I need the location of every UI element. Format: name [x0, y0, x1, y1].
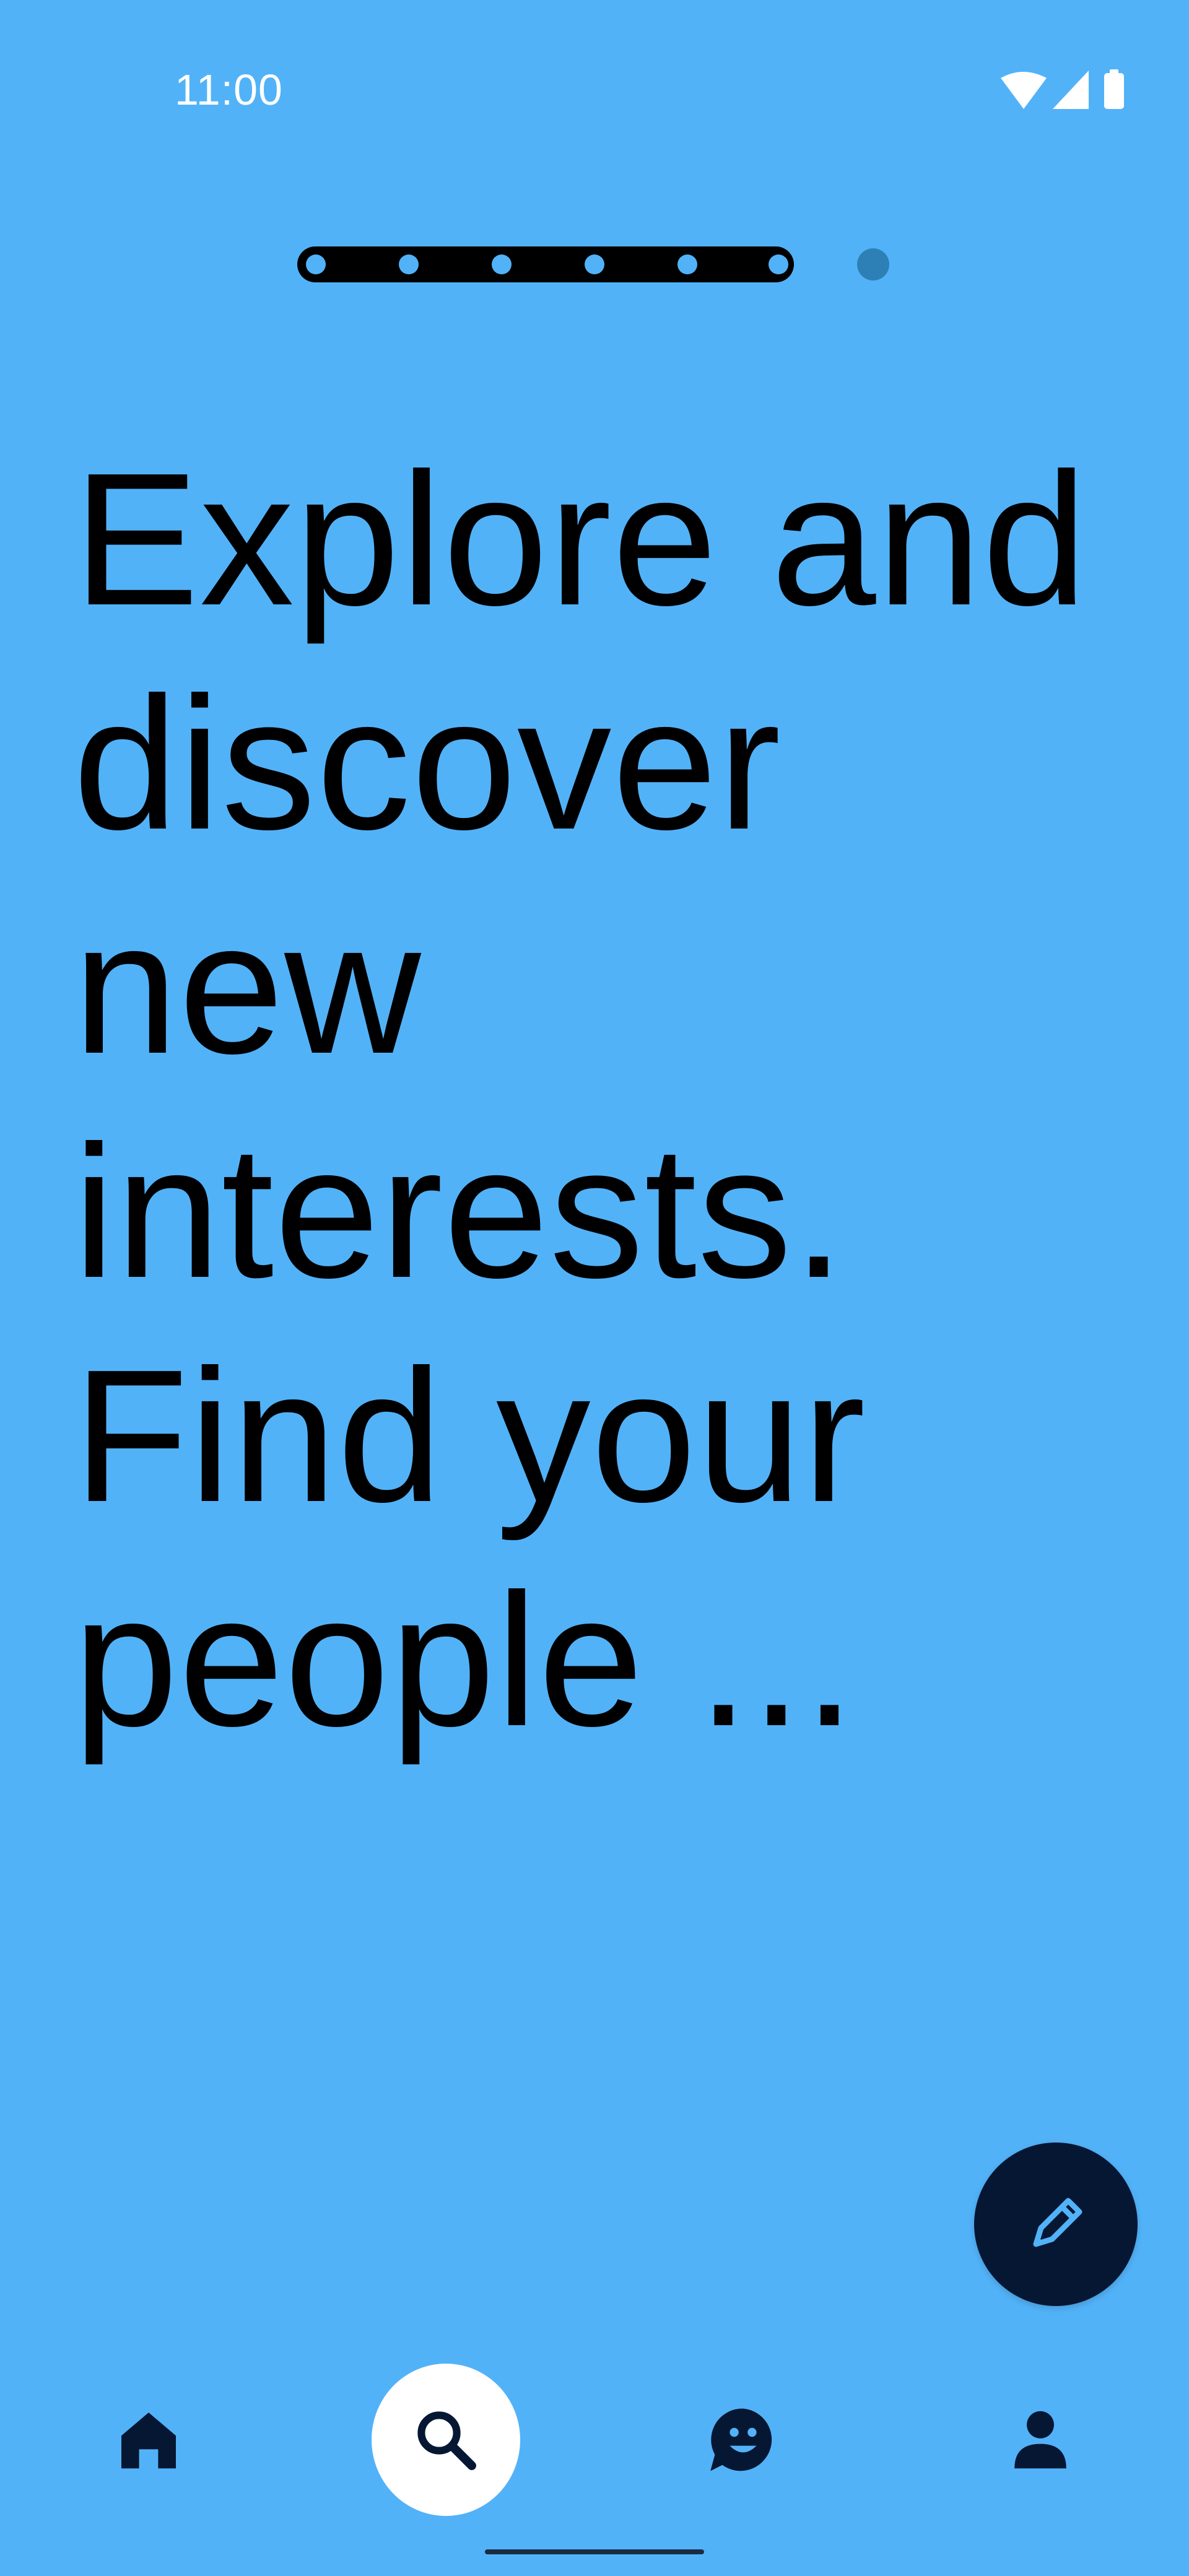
- status-icons: [1001, 69, 1124, 109]
- status-bar: 11:00: [0, 0, 1189, 186]
- headline: Explore and discover new interests. Find…: [73, 433, 1088, 1765]
- nav-item-profile[interactable]: [966, 2365, 1115, 2514]
- person-icon: [1014, 2411, 1066, 2469]
- nav-item-search[interactable]: [372, 2364, 520, 2516]
- nav-item-chat[interactable]: [669, 2365, 817, 2514]
- nav-item-search-bubble[interactable]: [372, 2364, 520, 2516]
- home-icon: [121, 2413, 176, 2469]
- pager-dot-4[interactable]: [585, 255, 604, 274]
- compose-fab-button[interactable]: [974, 2143, 1138, 2306]
- search-icon: [417, 2411, 476, 2470]
- pager-dot-3[interactable]: [492, 255, 512, 274]
- status-time: 11:00: [175, 66, 283, 114]
- pager-dot-1[interactable]: [306, 255, 326, 274]
- cellular-signal-icon: [1053, 71, 1089, 109]
- pager-dot-2[interactable]: [399, 255, 419, 274]
- wifi-icon: [1001, 72, 1047, 109]
- pager-dot-6-current[interactable]: [769, 255, 788, 274]
- pager-track: [297, 246, 794, 282]
- nav-item-home[interactable]: [74, 2365, 223, 2514]
- home-indicator[interactable]: [485, 2549, 704, 2554]
- page-indicator: [297, 246, 889, 282]
- pager-dot-5[interactable]: [677, 255, 697, 274]
- pencil-icon: [1033, 2198, 1082, 2247]
- battery-icon: [1104, 69, 1124, 109]
- bottom-navigation: [0, 2364, 1189, 2516]
- pager-dot-7[interactable]: [857, 248, 889, 281]
- chat-smile-icon: [710, 2408, 772, 2471]
